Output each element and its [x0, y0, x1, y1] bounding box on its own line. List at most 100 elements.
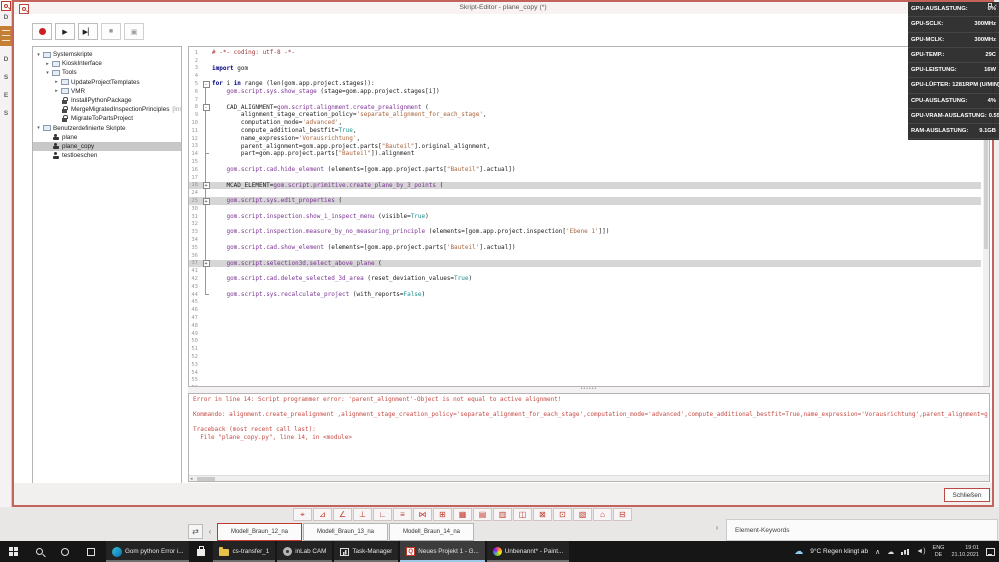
tree-item-plane-copy[interactable]: plane_copy: [33, 141, 181, 152]
code-line-6: 6 gom.script.sys.show_stage (stage=gom.a…: [189, 88, 981, 96]
language-indicator[interactable]: ENG DE: [933, 545, 945, 558]
cad-tool-icon-17[interactable]: ⊟: [613, 508, 632, 521]
lock-icon: [60, 114, 69, 122]
tree-item-label: Tools: [62, 69, 77, 77]
paint-icon: [492, 547, 502, 556]
cad-tool-icon-14[interactable]: ⊡: [553, 508, 572, 521]
tree-item-systemskripte[interactable]: ▾ Systemskripte: [33, 50, 181, 59]
fold-collapse-icon[interactable]: -: [202, 80, 210, 88]
task-view-button[interactable]: [78, 541, 104, 562]
cad-tool-icon-5[interactable]: ∟: [373, 508, 392, 521]
error-command-line: Kommando: alignment.create_prealignment …: [193, 411, 988, 418]
fold-expand-icon[interactable]: +: [202, 259, 210, 267]
weather-text[interactable]: 9°C Regen klingt ab: [810, 548, 868, 555]
tree-item-plane[interactable]: plane: [33, 133, 181, 142]
folder-icon: [42, 125, 51, 132]
tree-item-updateprojecttemplates[interactable]: ▸ UpdateProjectTemplates: [33, 78, 181, 87]
taskbar-app-paint[interactable]: Unbenannt* - Paint...: [486, 541, 570, 562]
chevron-right-icon[interactable]: ▸: [44, 61, 51, 67]
weather-cloud-icon[interactable]: ☁: [794, 546, 803, 557]
chevron-up-icon[interactable]: ∧: [875, 548, 880, 556]
element-keywords-label: Element-Keywords: [735, 526, 790, 534]
chevron-down-icon[interactable]: ▾: [35, 125, 42, 131]
fold-collapse-icon[interactable]: -: [202, 103, 210, 111]
cad-tool-icon-8[interactable]: ⊞: [433, 508, 452, 521]
tree-item-testloeschen[interactable]: testloeschen: [33, 151, 181, 160]
chevron-down-icon[interactable]: ▾: [35, 52, 42, 58]
clock[interactable]: 19:01 21.10.2021: [951, 545, 979, 558]
hamburger-menu-icon[interactable]: [0, 26, 12, 46]
search-icon[interactable]: [19, 4, 29, 14]
window-button[interactable]: ▣: [124, 23, 144, 40]
network-icon[interactable]: [901, 548, 910, 555]
fold-expand-icon[interactable]: +: [202, 197, 210, 205]
tab-modell-braun-14-na[interactable]: Modell_Braun_14_na: [389, 522, 474, 541]
cad-tool-icon-1[interactable]: ⌖: [293, 508, 312, 521]
search-icon[interactable]: [1, 1, 11, 11]
cad-tool-icon-2[interactable]: ⊿: [313, 508, 332, 521]
cad-tool-icon-7[interactable]: ⋈: [413, 508, 432, 521]
gpu-stat-label: GPU-MCLK:: [911, 36, 945, 43]
tree-item-installpythonpackage[interactable]: InstallPythonPackage: [33, 96, 181, 105]
volume-icon[interactable]: ◄): [916, 548, 925, 555]
close-icon[interactable]: ×: [994, 3, 997, 8]
chevron-right-icon[interactable]: ▸: [53, 88, 60, 94]
taskbar-app-taskmgr[interactable]: Task-Manager: [334, 541, 399, 562]
start-button[interactable]: [0, 541, 26, 562]
line-number: 34: [191, 237, 198, 244]
tab-scroll-left-icon[interactable]: ‹: [203, 527, 217, 536]
horizontal-scrollbar[interactable]: ◂: [189, 475, 989, 481]
play-step-button[interactable]: ▶▏: [78, 23, 98, 40]
close-button[interactable]: Schließen: [944, 488, 990, 502]
edge-icon: [112, 546, 122, 557]
tab-modell-braun-12-na[interactable]: Modell_Braun_12_na: [217, 522, 302, 541]
code-editor[interactable]: 1 # -*- coding: utf-8 -*- 2 3 import gom 4 5- f…: [188, 46, 990, 387]
taskbar-search-button[interactable]: [26, 541, 52, 562]
scroll-left-icon[interactable]: ◂: [190, 476, 193, 481]
tree-item-migratetopartsproject[interactable]: MigrateToPartsProject: [33, 114, 181, 123]
tab-modell-braun-13-na[interactable]: Modell_Braun_13_na: [303, 522, 388, 541]
tree-item-vmr[interactable]: ▸ VMR: [33, 87, 181, 96]
code-line-31: 31 gom.script.inspection.show_i_inspect_…: [189, 213, 981, 221]
cad-tool-icon-16[interactable]: ⌂: [593, 508, 612, 521]
taskbar-app-inlab[interactable]: inLab CAM: [277, 541, 333, 562]
script-icon: [51, 133, 60, 141]
folder-icon: [60, 79, 69, 86]
line-number: 11: [191, 127, 198, 134]
tree-item-label: UpdateProjectTemplates: [71, 78, 140, 86]
cad-tool-icon-9[interactable]: ▦: [453, 508, 472, 521]
tree-item-benutzerdefinierte-skripte[interactable]: ▾ Benutzerdefinierte Skripte: [33, 124, 181, 133]
taskbar-app-store[interactable]: [191, 541, 211, 562]
fold-expand-icon[interactable]: +: [202, 181, 210, 189]
error-console[interactable]: Error in line 14: Script programmer erro…: [188, 393, 990, 482]
record-button[interactable]: [32, 23, 52, 40]
refresh-icon[interactable]: ⇄: [188, 524, 203, 539]
tree-item-kioskinterface[interactable]: ▸ KioskInterface: [33, 59, 181, 68]
cad-tool-icon-12[interactable]: ◫: [513, 508, 532, 521]
play-button[interactable]: ▶: [55, 23, 75, 40]
tree-item-tools[interactable]: ▾ Tools: [33, 68, 181, 77]
cad-tool-icon-13[interactable]: ⊠: [533, 508, 552, 521]
taskbar-app-edge[interactable]: Gom python Error i...: [106, 541, 190, 562]
cad-tool-icon-10[interactable]: ▤: [473, 508, 492, 521]
cad-tool-icon-3[interactable]: ∠: [333, 508, 352, 521]
scrollbar-thumb[interactable]: [197, 477, 215, 481]
line-number: 10: [191, 120, 198, 127]
cad-tool-icon-15[interactable]: ▧: [573, 508, 592, 521]
taskbar-app-gom[interactable]: Q Neues Projekt 1 - G...: [400, 541, 485, 562]
cad-tool-icon-11[interactable]: ▥: [493, 508, 512, 521]
stop-button[interactable]: ■: [101, 23, 121, 40]
cortana-button[interactable]: [52, 541, 78, 562]
tree-item-mergemigratedinspectionprinciples[interactable]: MergeMigratedInspectionPrinciples[Ins…: [33, 105, 181, 114]
minimize-icon[interactable]: [988, 3, 993, 7]
tab-scroll-right-icon[interactable]: ›: [710, 523, 724, 532]
chevron-down-icon[interactable]: ▾: [44, 70, 51, 76]
cad-tool-icon-6[interactable]: ≡: [393, 508, 412, 521]
cad-tool-icon-4[interactable]: ⊥: [353, 508, 372, 521]
code-text: gom.script.inspection.measure_by_no_meas…: [226, 228, 610, 236]
notification-center-icon[interactable]: [986, 547, 995, 556]
chevron-right-icon[interactable]: ▸: [53, 79, 60, 85]
taskbar-app-folder[interactable]: cs-transfer_1: [213, 541, 276, 562]
cloud-icon[interactable]: ☁: [887, 548, 894, 556]
code-line-5: 5- for i in range (len(gom.app.project.st…: [189, 80, 981, 88]
